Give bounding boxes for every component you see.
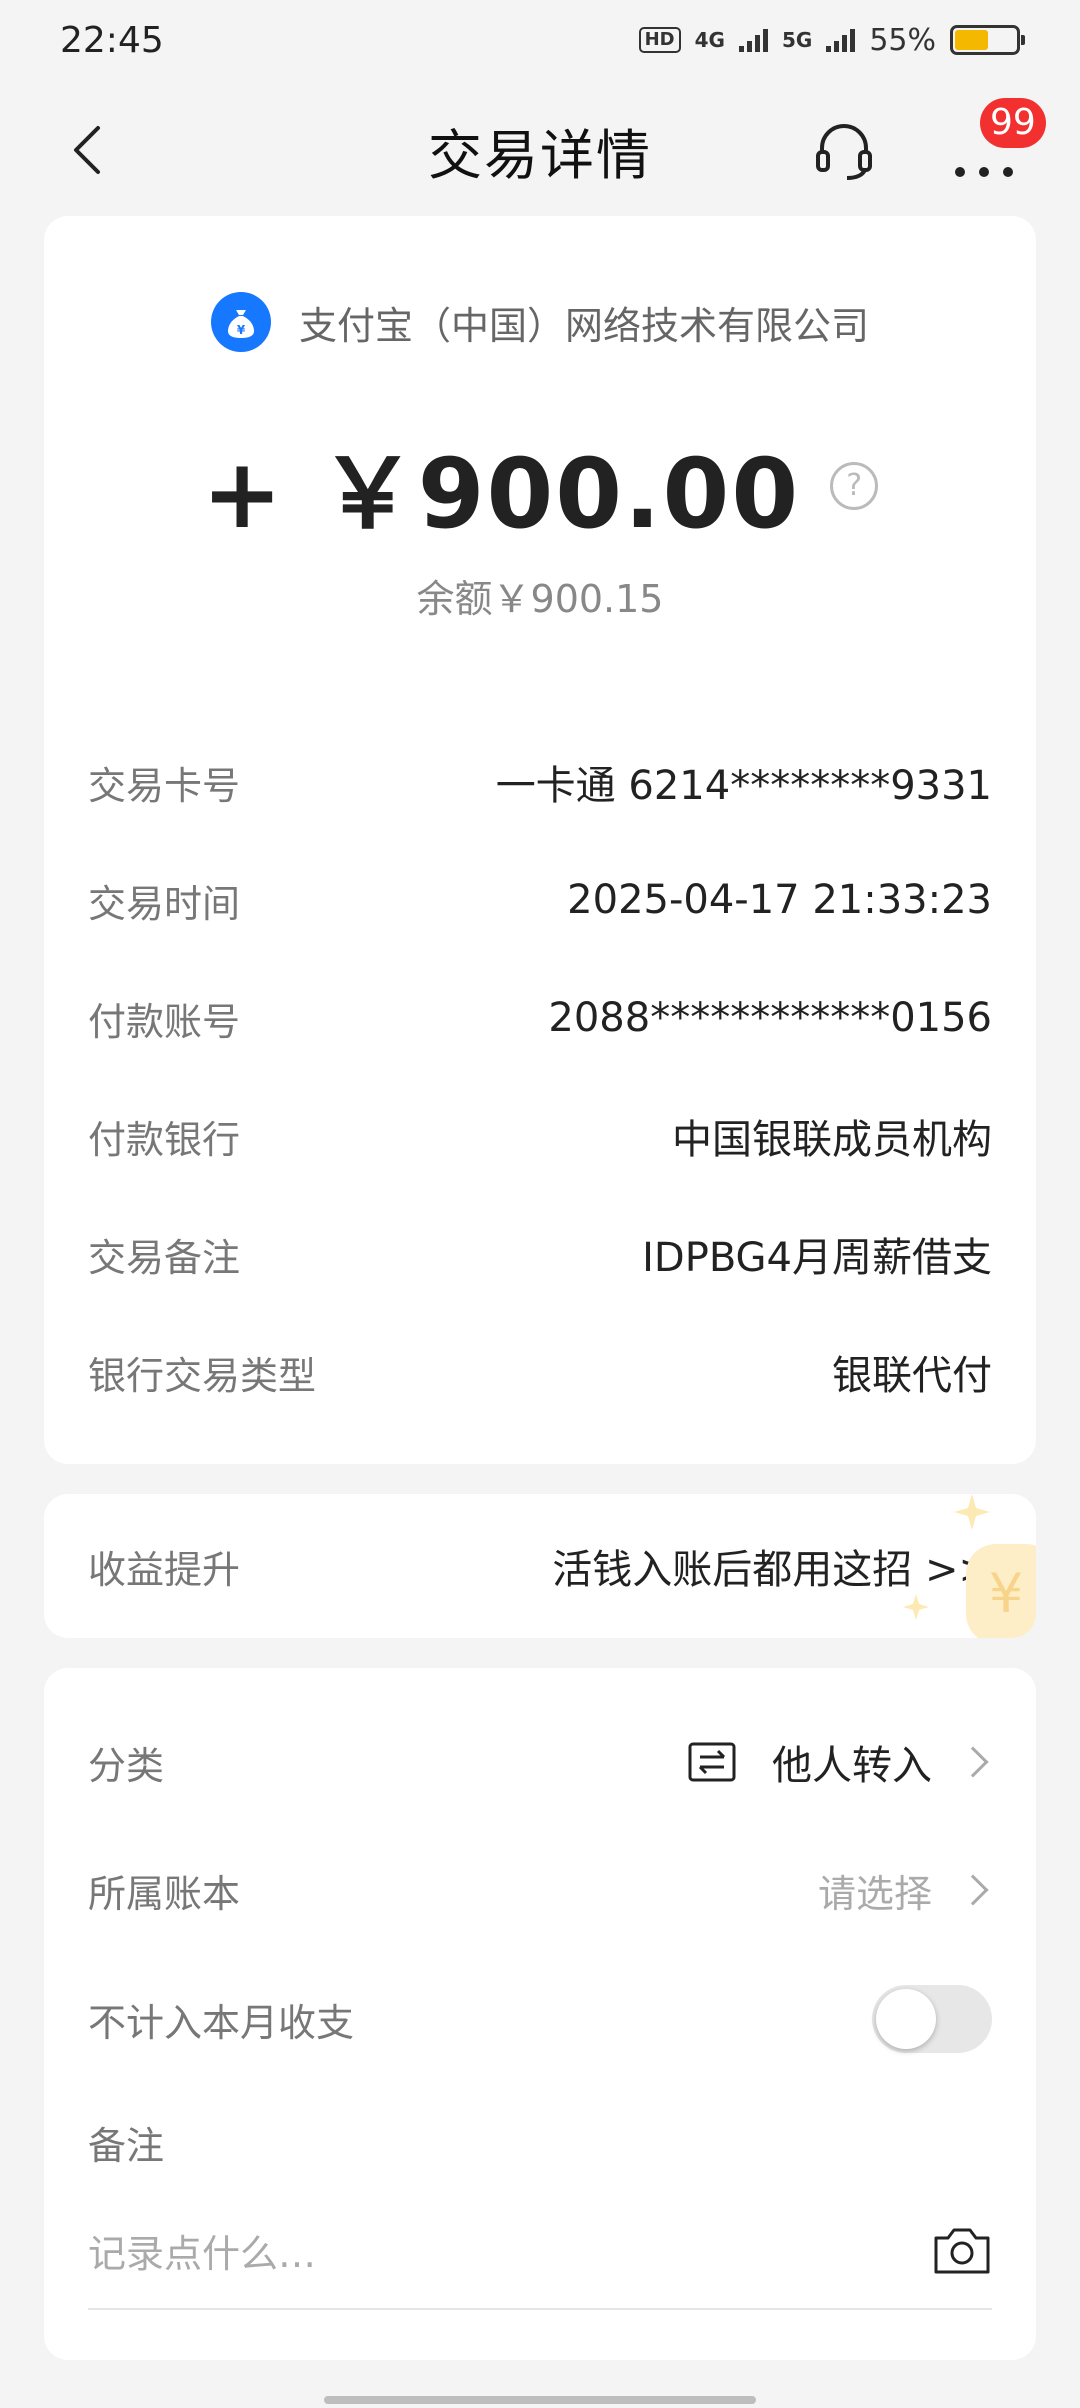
note-label: 备注 xyxy=(88,2123,165,2168)
detail-label: 付款账号 xyxy=(88,999,241,1044)
detail-label: 付款银行 xyxy=(88,1117,241,1162)
ledger-value: 请选择 xyxy=(817,1871,932,1916)
note-input[interactable]: 记录点什么… xyxy=(88,2223,316,2278)
detail-value: IDPBG4月周薪借支 xyxy=(642,1235,992,1281)
balance-text: 余额￥900.15 xyxy=(416,577,664,621)
nav-bar: 交易详情 99 xyxy=(0,90,1080,210)
toggle-knob xyxy=(876,1989,936,2049)
signal-5g-icon xyxy=(826,28,856,52)
page-title: 交易详情 xyxy=(428,123,652,187)
transaction-card: ¥ 支付宝（中国）网络技术有限公司 + ￥900.00 ? 余额￥900.15 … xyxy=(44,216,1036,1464)
detail-value: 2088************0156 xyxy=(548,995,992,1041)
hd-icon: HD xyxy=(638,27,681,53)
notification-badge: 99 xyxy=(980,98,1046,148)
status-time: 22:45 xyxy=(60,19,164,61)
detail-value: 中国银联成员机构 xyxy=(672,1117,992,1163)
chevron-right-icon xyxy=(957,1746,989,1778)
merchant-row: ¥ 支付宝（中国）网络技术有限公司 xyxy=(44,292,1036,352)
exclude-label: 不计入本月收支 xyxy=(88,2000,355,2045)
battery-icon xyxy=(950,25,1025,55)
note-underline xyxy=(88,2308,992,2310)
category-value: 他人转入 xyxy=(772,1743,932,1789)
note-input-row[interactable]: 记录点什么… xyxy=(88,2220,992,2280)
note-label-row: 备注 xyxy=(88,2112,992,2172)
question-icon[interactable]: ? xyxy=(830,461,879,510)
ledger-row[interactable]: 所属账本 请选择 xyxy=(88,1860,992,1920)
category-selector[interactable]: 他人转入 xyxy=(688,1733,992,1791)
promo-row[interactable]: 收益提升 活钱入账后都用这招 >> xyxy=(88,1536,992,1596)
detail-row-payer-account: 付款账号 2088************0156 xyxy=(88,988,992,1048)
promo-card[interactable]: 收益提升 活钱入账后都用这招 >> ¥ xyxy=(44,1494,1036,1638)
detail-value: 2025-04-17 21:33:23 xyxy=(567,877,992,923)
network-4g-label: 4G xyxy=(694,28,725,52)
detail-label: 交易备注 xyxy=(88,1235,241,1280)
battery-fill xyxy=(955,30,988,50)
chevron-right-icon xyxy=(957,1874,989,1906)
home-indicator[interactable] xyxy=(324,2396,756,2404)
transfer-icon xyxy=(688,1742,736,1782)
detail-label: 银行交易类型 xyxy=(88,1353,317,1398)
network-5g-label: 5G xyxy=(781,28,813,52)
detail-value: 一卡通 6214********9331 xyxy=(495,763,992,809)
merchant-name: 支付宝（中国）网络技术有限公司 xyxy=(298,303,869,348)
ledger-label: 所属账本 xyxy=(88,1871,241,1916)
battery-percent: 55% xyxy=(869,22,936,58)
detail-row-remark: 交易备注 IDPBG4月周薪借支 xyxy=(88,1224,992,1284)
promo-label: 收益提升 xyxy=(88,1547,241,1592)
ledger-selector[interactable]: 请选择 xyxy=(818,1863,992,1918)
back-icon[interactable] xyxy=(60,120,120,180)
exclude-row: 不计入本月收支 xyxy=(88,1984,992,2054)
detail-label: 交易卡号 xyxy=(88,763,241,808)
headset-icon[interactable] xyxy=(808,114,880,186)
money-bag-icon: ¥ xyxy=(210,292,271,352)
settings-card: 分类 他人转入 所属账本 请选择 不计入本月收支 备注 记录点什么… xyxy=(44,1668,1036,2360)
detail-row-time: 交易时间 2025-04-17 21:33:23 xyxy=(88,870,992,930)
detail-row-type: 银行交易类型 银联代付 xyxy=(88,1342,992,1402)
status-bar: 22:45 HD 4G 5G 55% xyxy=(0,0,1080,80)
detail-value: 银联代付 xyxy=(832,1353,992,1399)
status-indicators: HD 4G 5G 55% xyxy=(638,22,1025,58)
signal-4g-icon xyxy=(738,28,768,52)
detail-label: 交易时间 xyxy=(88,881,241,926)
svg-text:¥: ¥ xyxy=(237,323,246,337)
category-row[interactable]: 分类 他人转入 xyxy=(88,1732,992,1792)
exclude-toggle[interactable] xyxy=(872,1985,992,2053)
transaction-amount: + ￥900.00 xyxy=(201,438,801,550)
detail-row-payer-bank: 付款银行 中国银联成员机构 xyxy=(88,1106,992,1166)
category-label: 分类 xyxy=(88,1743,165,1788)
amount-row: + ￥900.00 ? xyxy=(44,416,1036,555)
svg-text:¥: ¥ xyxy=(989,1562,1023,1625)
detail-row-card-number: 交易卡号 一卡通 6214********9331 xyxy=(88,752,992,812)
camera-icon[interactable] xyxy=(932,2224,992,2276)
coin-sparkle-icon: ¥ xyxy=(903,1494,1036,1638)
